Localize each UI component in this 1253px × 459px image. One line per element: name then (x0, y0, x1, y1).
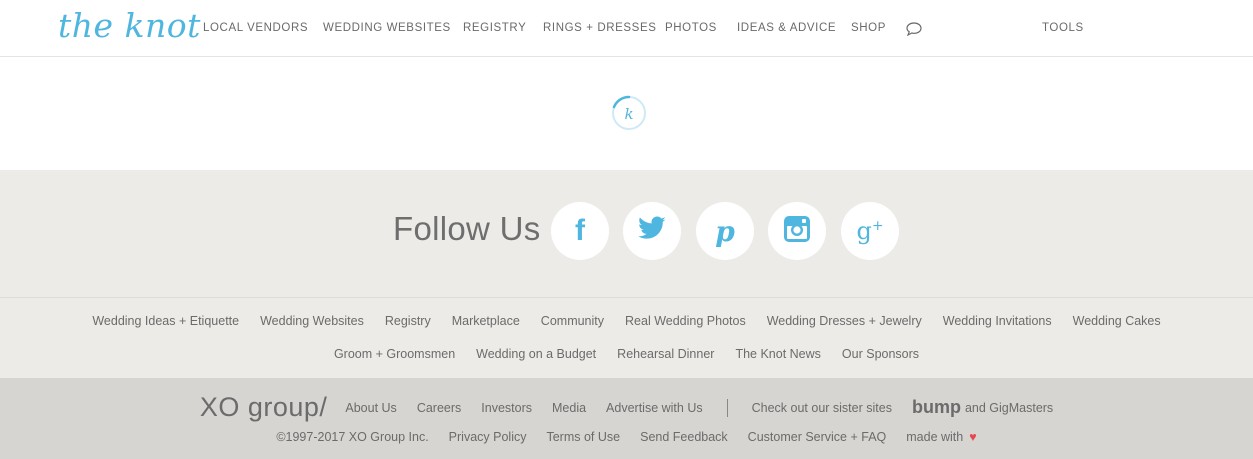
terms-of-use-link[interactable]: Terms of Use (546, 430, 620, 444)
nav-shop[interactable]: SHOP (851, 22, 886, 34)
divider (726, 398, 728, 417)
copyright: ©1997-2017 XO Group Inc. (276, 430, 429, 444)
careers-link[interactable]: Careers (417, 401, 461, 415)
footer-row2-link-4[interactable]: Our Sponsors (842, 347, 919, 361)
the-knot-logo[interactable]: the knot (58, 6, 201, 45)
footer-row2-link-3[interactable]: The Knot News (735, 347, 820, 361)
gigmasters-link[interactable]: and GigMasters (965, 401, 1053, 415)
footer-row1-link-4[interactable]: Community (541, 314, 604, 328)
google-plus-icon: g+ (856, 217, 884, 245)
media-link[interactable]: Media (552, 401, 586, 415)
follow-us-label: Follow Us (393, 210, 541, 247)
send-feedback-link[interactable]: Send Feedback (640, 430, 728, 444)
made-with-text: made with (906, 430, 964, 444)
the-bump-logo[interactable]: bump (912, 397, 961, 418)
footer-row1-link-3[interactable]: Marketplace (452, 314, 520, 328)
facebook-icon: f (575, 214, 585, 247)
footer-links: Wedding Ideas + Etiquette Wedding Website… (0, 298, 1253, 378)
customer-service-link[interactable]: Customer Service + FAQ (748, 430, 887, 444)
footer-row1-link-8[interactable]: Wedding Cakes (1073, 314, 1161, 328)
footer-row1-link-0[interactable]: Wedding Ideas + Etiquette (92, 314, 239, 328)
instagram-button[interactable] (768, 202, 826, 260)
heart-icon: ♥ (969, 430, 977, 444)
nav-rings-dresses[interactable]: RINGS + DRESSES (543, 22, 657, 34)
pinterest-icon: p (715, 214, 735, 248)
loading-spinner-icon: k (610, 94, 648, 137)
pinterest-button[interactable]: p (696, 202, 754, 260)
nav-photos[interactable]: PHOTOS (665, 22, 717, 34)
footer-row2-link-2[interactable]: Rehearsal Dinner (617, 347, 714, 361)
legal-row: ©1997-2017 XO Group Inc. Privacy Policy … (0, 430, 1253, 444)
instagram-icon (782, 214, 812, 249)
footer-row1-link-7[interactable]: Wedding Invitations (943, 314, 1052, 328)
nav-ideas-advice[interactable]: IDEAS & ADVICE (737, 22, 836, 34)
about-us-link[interactable]: About Us (345, 401, 396, 415)
nav-registry[interactable]: REGISTRY (463, 22, 526, 34)
nav-wedding-websites[interactable]: WEDDING WEBSITES (323, 22, 451, 34)
footer-row1-link-1[interactable]: Wedding Websites (260, 314, 364, 328)
loader-glyph: k (624, 105, 633, 123)
footer-row1-link-5[interactable]: Real Wedding Photos (625, 314, 746, 328)
footer-links-row-1: Wedding Ideas + Etiquette Wedding Website… (0, 314, 1253, 328)
xo-group-logo[interactable]: XO group/ (200, 392, 328, 423)
twitter-icon (637, 216, 667, 247)
site-header: the knot LOCAL VENDORS WEDDING WEBSITES … (0, 0, 1253, 57)
follow-section: Follow Us f p g+ (0, 170, 1253, 298)
footer-row2-link-1[interactable]: Wedding on a Budget (476, 347, 596, 361)
nav-tools[interactable]: TOOLS (1042, 22, 1084, 34)
footer-row1-link-2[interactable]: Registry (385, 314, 431, 328)
footer-links-row-2: Groom + Groomsmen Wedding on a Budget Rehe… (0, 347, 1253, 361)
speech-bubble-icon[interactable] (906, 22, 922, 41)
investors-link[interactable]: Investors (481, 401, 532, 415)
nav-local-vendors[interactable]: LOCAL VENDORS (203, 22, 308, 34)
footer-row2-link-0[interactable]: Groom + Groomsmen (334, 347, 455, 361)
google-plus-button[interactable]: g+ (841, 202, 899, 260)
corporate-row: XO group/ About Us Careers Investors Med… (0, 392, 1253, 423)
twitter-button[interactable] (623, 202, 681, 260)
sister-sites-text: Check out our sister sites (751, 400, 892, 415)
facebook-button[interactable]: f (551, 202, 609, 260)
corporate-footer: XO group/ About Us Careers Investors Med… (0, 378, 1253, 459)
advertise-link[interactable]: Advertise with Us (606, 401, 703, 415)
privacy-policy-link[interactable]: Privacy Policy (449, 430, 527, 444)
footer-row1-link-6[interactable]: Wedding Dresses + Jewelry (767, 314, 922, 328)
